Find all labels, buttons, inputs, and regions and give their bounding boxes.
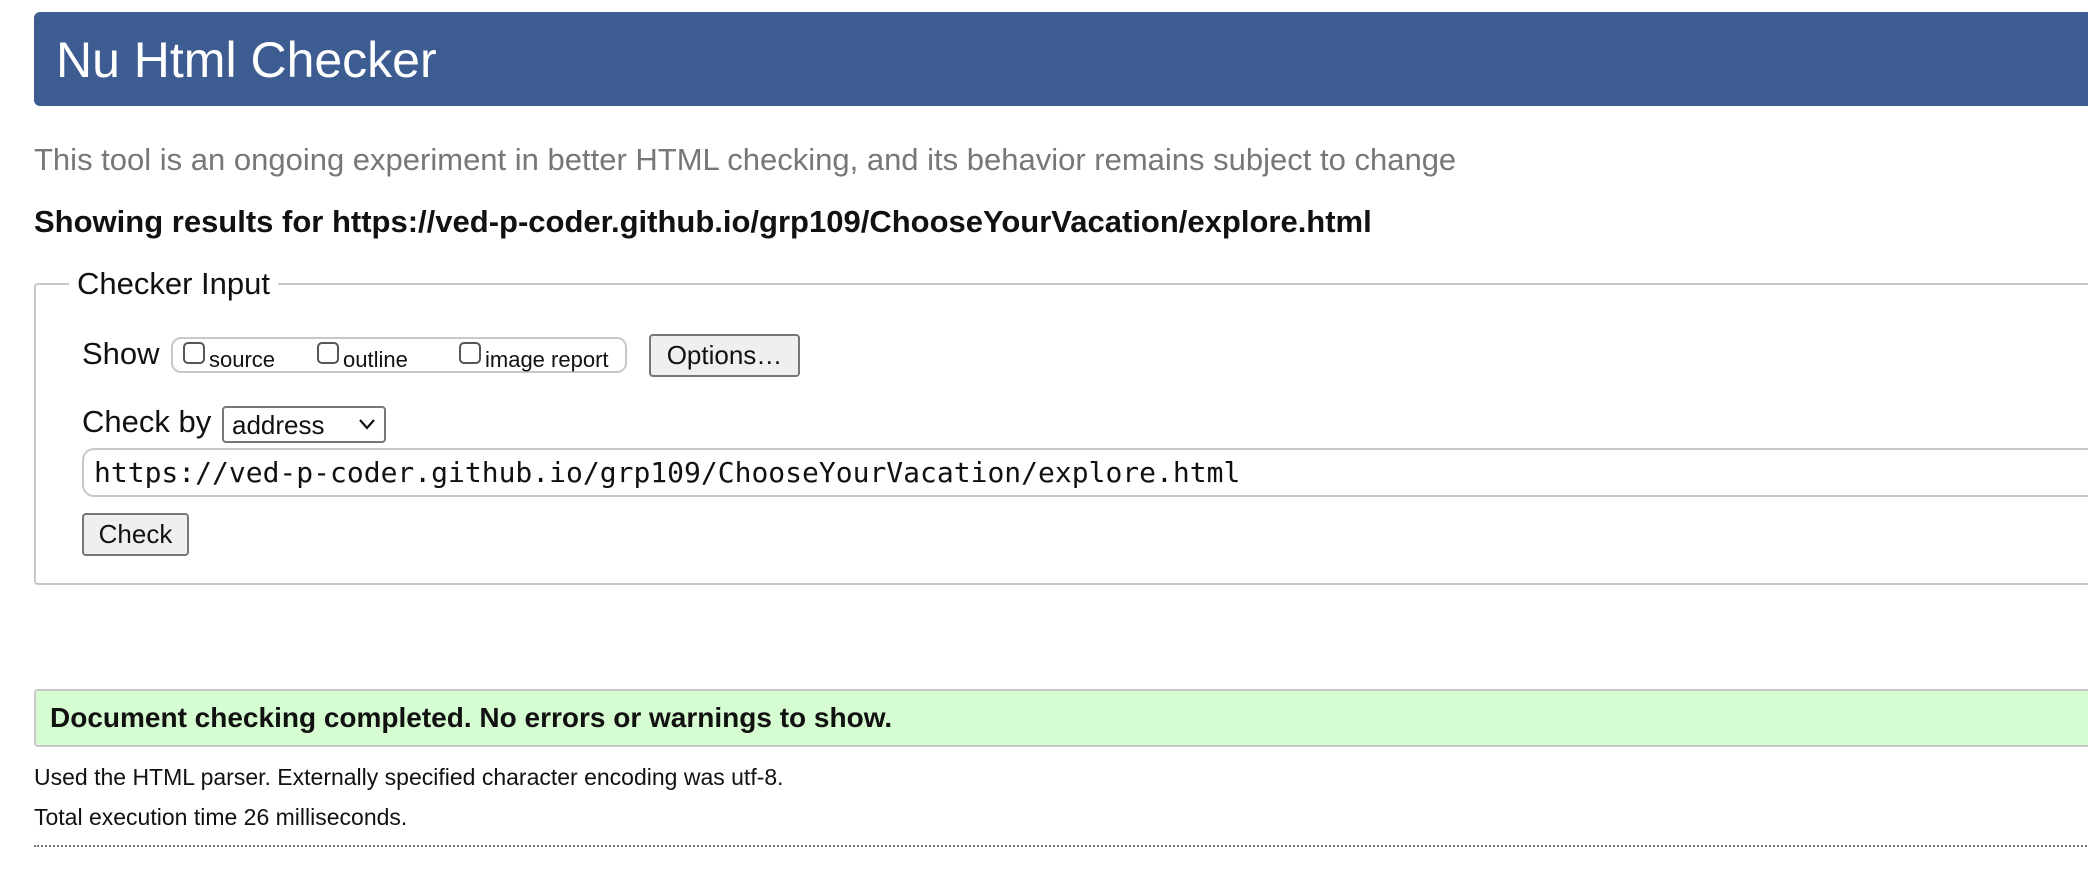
success-message: Document checking completed. No errors o… xyxy=(50,702,893,733)
image-report-option-label: image report xyxy=(485,347,609,372)
results-heading: Showing results for https://ved-p-coder.… xyxy=(34,204,1372,239)
page: Nu Html Checker This tool is an ongoing … xyxy=(0,0,2088,892)
source-option[interactable]: source xyxy=(183,339,275,375)
check-by-selected-value: address xyxy=(232,410,325,440)
outline-option[interactable]: outline xyxy=(317,339,408,375)
outline-checkbox[interactable] xyxy=(317,342,339,364)
outline-option-label: outline xyxy=(343,347,408,372)
dotted-divider xyxy=(34,845,2088,847)
check-button[interactable]: Check xyxy=(82,513,189,556)
check-by-label: Check by xyxy=(82,404,212,439)
show-label: Show xyxy=(82,336,160,371)
url-input[interactable] xyxy=(82,448,2088,497)
tagline: This tool is an ongoing experiment in be… xyxy=(34,142,1457,177)
source-option-label: source xyxy=(209,347,276,372)
success-message-box: Document checking completed. No errors o… xyxy=(34,689,2088,747)
timing-info: Total execution time 26 milliseconds. xyxy=(34,804,408,830)
parser-info: Used the HTML parser. Externally specifi… xyxy=(34,764,784,790)
header-banner: Nu Html Checker xyxy=(34,12,2088,106)
source-checkbox[interactable] xyxy=(183,342,205,364)
page-title: Nu Html Checker xyxy=(56,32,437,88)
image-report-checkbox[interactable] xyxy=(459,342,481,364)
checker-input-legend: Checker Input xyxy=(69,266,278,302)
image-report-option[interactable]: image report xyxy=(459,339,609,375)
check-by-select[interactable]: address xyxy=(222,406,386,443)
chevron-down-icon xyxy=(359,419,375,430)
options-button[interactable]: Options… xyxy=(649,334,800,377)
show-options-group: source outline image report xyxy=(171,337,627,373)
